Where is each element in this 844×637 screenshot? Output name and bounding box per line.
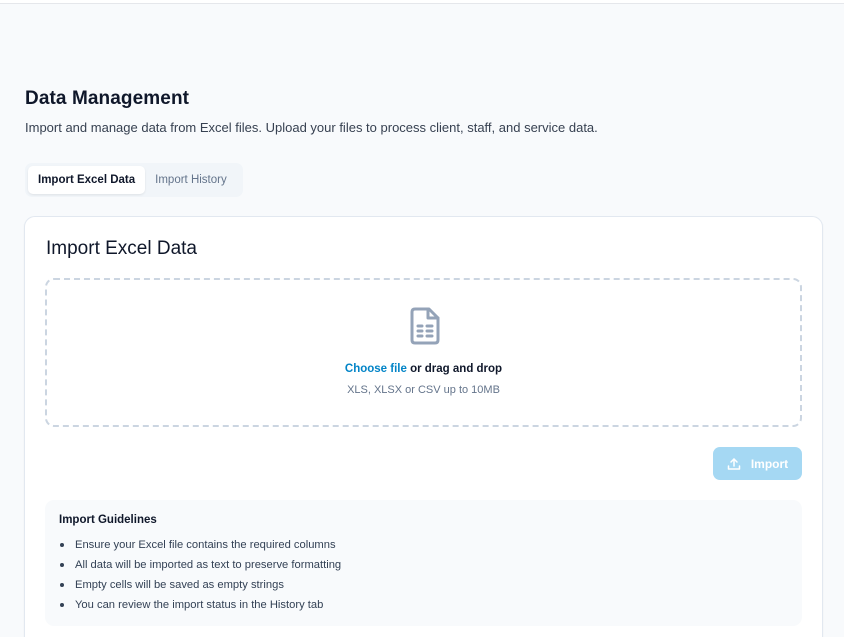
guideline-text: Ensure your Excel file contains the requ… bbox=[75, 539, 336, 551]
file-spreadsheet-icon bbox=[410, 307, 440, 345]
choose-file-link[interactable]: Choose file bbox=[345, 363, 407, 375]
import-button[interactable]: Import bbox=[713, 447, 802, 480]
bullet-dot bbox=[60, 543, 64, 547]
guideline-text: Empty cells will be saved as empty strin… bbox=[75, 579, 284, 591]
guideline-item: You can review the import status in the … bbox=[59, 595, 788, 615]
import-button-label: Import bbox=[750, 456, 789, 471]
guideline-text: All data will be imported as text to pre… bbox=[75, 559, 342, 571]
guideline-item: Ensure your Excel file contains the requ… bbox=[59, 535, 788, 555]
drag-and-drop-text: or drag and drop bbox=[406, 363, 503, 375]
card-title: Import Excel Data bbox=[46, 238, 197, 259]
tab-import-history[interactable]: Import History bbox=[145, 166, 237, 194]
guideline-text: You can review the import status in the … bbox=[75, 599, 324, 611]
guidelines-title: Import Guidelines bbox=[59, 514, 157, 526]
bullet-dot bbox=[60, 563, 64, 567]
tab-list: Import Excel Data Import History bbox=[25, 163, 243, 197]
file-dropzone[interactable]: Choose file or drag and drop XLS, XLSX o… bbox=[45, 278, 802, 427]
page-title: Data Management bbox=[25, 88, 190, 109]
dropzone-instruction: Choose file or drag and drop bbox=[47, 363, 800, 375]
tab-import-excel-data[interactable]: Import Excel Data bbox=[28, 166, 146, 194]
bullet-dot bbox=[60, 603, 64, 607]
file-type-hint: XLS, XLSX or CSV up to 10MB bbox=[347, 384, 500, 396]
top-bar bbox=[0, 0, 844, 4]
page-subtitle: Import and manage data from Excel files.… bbox=[25, 120, 598, 135]
import-guidelines: Import Guidelines Ensure your Excel file… bbox=[45, 500, 802, 626]
guidelines-list: Ensure your Excel file contains the requ… bbox=[59, 535, 788, 615]
bullet-dot bbox=[60, 583, 64, 587]
guideline-item: Empty cells will be saved as empty strin… bbox=[59, 575, 788, 595]
guideline-item: All data will be imported as text to pre… bbox=[59, 555, 788, 575]
upload-icon bbox=[727, 457, 741, 470]
import-card: Import Excel Data Choose file or drag an… bbox=[24, 216, 823, 637]
